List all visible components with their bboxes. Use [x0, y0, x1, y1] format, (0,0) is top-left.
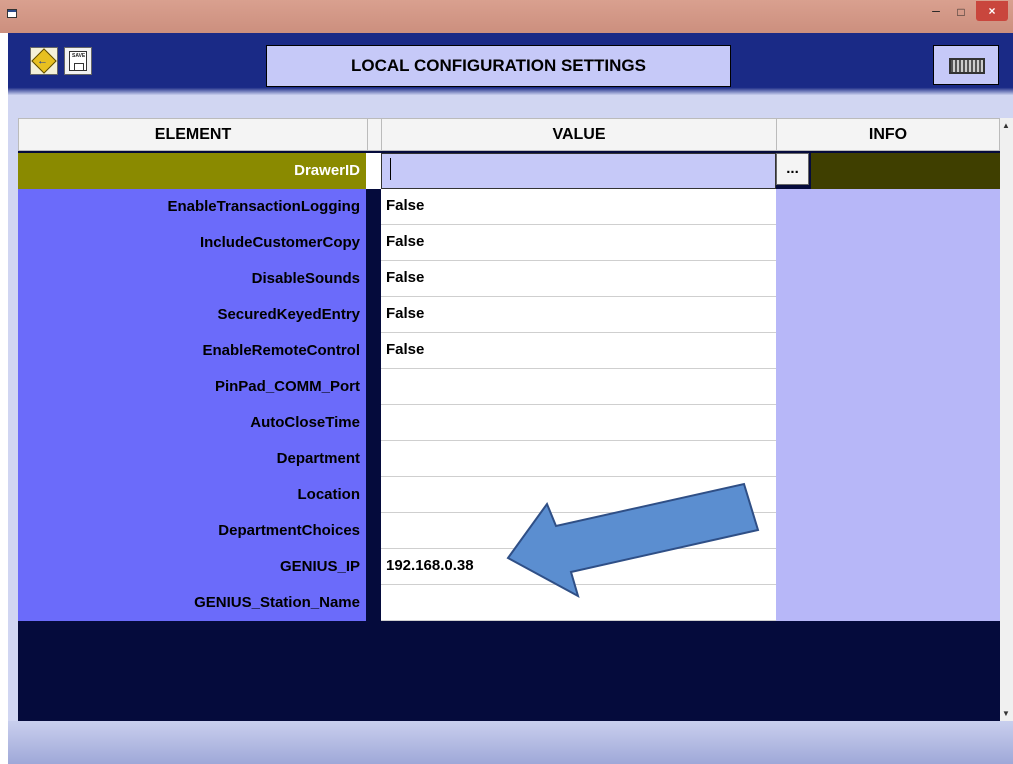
- value-cell[interactable]: [381, 405, 776, 441]
- element-cell[interactable]: GENIUS_IP: [18, 549, 366, 585]
- info-cell: [811, 153, 1000, 189]
- info-cell: [776, 189, 1000, 225]
- info-cell: [776, 297, 1000, 333]
- text-caret: [390, 158, 391, 180]
- row-divider: [366, 513, 381, 549]
- info-cell: [776, 477, 1000, 513]
- value-input[interactable]: [381, 153, 776, 189]
- info-cell: [776, 441, 1000, 477]
- row-divider: [366, 369, 381, 405]
- element-cell[interactable]: DepartmentChoices: [18, 513, 366, 549]
- row-divider: [366, 225, 381, 261]
- row-divider: [366, 549, 381, 585]
- table-row[interactable]: IncludeCustomerCopy False: [18, 225, 1000, 261]
- value-cell[interactable]: False: [381, 297, 776, 333]
- row-divider: [366, 261, 381, 297]
- element-cell[interactable]: DrawerID: [18, 153, 366, 189]
- maximize-button[interactable]: □: [950, 3, 972, 21]
- save-button[interactable]: SAVE: [64, 47, 92, 75]
- element-cell[interactable]: GENIUS_Station_Name: [18, 585, 366, 621]
- value-cell[interactable]: [381, 441, 776, 477]
- info-cell: [776, 333, 1000, 369]
- close-button[interactable]: ×: [976, 1, 1008, 21]
- row-divider: [366, 477, 381, 513]
- scroll-up-icon[interactable]: ▲: [1002, 121, 1010, 130]
- row-divider: [366, 153, 381, 189]
- column-header-element[interactable]: ELEMENT: [18, 118, 368, 151]
- row-divider: [366, 333, 381, 369]
- keyboard-icon: [949, 58, 985, 74]
- element-cell[interactable]: Location: [18, 477, 366, 513]
- value-cell[interactable]: [381, 369, 776, 405]
- info-cell: [776, 405, 1000, 441]
- element-cell[interactable]: Department: [18, 441, 366, 477]
- minimize-button[interactable]: –: [925, 3, 947, 21]
- value-cell[interactable]: 192.168.0.38: [381, 549, 776, 585]
- element-cell[interactable]: EnableTransactionLogging: [18, 189, 366, 225]
- window-titlebar: – □ ×: [0, 0, 1013, 33]
- value-cell[interactable]: False: [381, 261, 776, 297]
- column-header-info[interactable]: INFO: [776, 118, 1000, 151]
- table-row[interactable]: AutoCloseTime: [18, 405, 1000, 441]
- app-icon: [7, 9, 17, 18]
- value-cell[interactable]: False: [381, 333, 776, 369]
- value-cell[interactable]: False: [381, 225, 776, 261]
- table-row[interactable]: Location: [18, 477, 1000, 513]
- floppy-slot: [74, 63, 84, 71]
- vertical-scrollbar[interactable]: ▲ ▼: [1000, 118, 1013, 721]
- value-cell[interactable]: [381, 477, 776, 513]
- table-row[interactable]: DisableSounds False: [18, 261, 1000, 297]
- element-cell[interactable]: AutoCloseTime: [18, 405, 366, 441]
- table-row[interactable]: GENIUS_IP 192.168.0.38: [18, 549, 1000, 585]
- value-cell[interactable]: [381, 513, 776, 549]
- floppy-disk-icon: SAVE: [69, 51, 87, 71]
- status-bar: [8, 721, 1013, 764]
- table-row[interactable]: EnableTransactionLogging False: [18, 189, 1000, 225]
- keyboard-button[interactable]: [933, 45, 999, 85]
- value-cell[interactable]: False: [381, 189, 776, 225]
- info-cell: [776, 369, 1000, 405]
- exit-button[interactable]: ←: [30, 47, 58, 75]
- row-divider: [366, 585, 381, 621]
- page-title: LOCAL CONFIGURATION SETTINGS: [266, 45, 731, 87]
- row-divider: [366, 297, 381, 333]
- info-cell: [776, 513, 1000, 549]
- table-row[interactable]: EnableRemoteControl False: [18, 333, 1000, 369]
- value-browse-button[interactable]: ...: [776, 153, 809, 185]
- info-cell: [776, 585, 1000, 621]
- row-divider: [366, 441, 381, 477]
- table-row[interactable]: PinPad_COMM_Port: [18, 369, 1000, 405]
- info-cell: [776, 225, 1000, 261]
- table-row[interactable]: SecuredKeyedEntry False: [18, 297, 1000, 333]
- value-cell[interactable]: [381, 585, 776, 621]
- info-cell: [776, 549, 1000, 585]
- left-arrow-icon: ←: [37, 55, 48, 67]
- table-row[interactable]: DrawerID: [18, 153, 1000, 189]
- element-cell[interactable]: IncludeCustomerCopy: [18, 225, 366, 261]
- element-cell[interactable]: SecuredKeyedEntry: [18, 297, 366, 333]
- row-divider: [366, 405, 381, 441]
- scroll-down-icon[interactable]: ▼: [1002, 709, 1010, 718]
- save-icon-label: SAVE: [72, 53, 86, 59]
- element-cell[interactable]: PinPad_COMM_Port: [18, 369, 366, 405]
- table-row[interactable]: GENIUS_Station_Name: [18, 585, 1000, 621]
- column-header-spacer: [367, 118, 382, 151]
- element-cell[interactable]: DisableSounds: [18, 261, 366, 297]
- element-cell[interactable]: EnableRemoteControl: [18, 333, 366, 369]
- info-cell: [776, 261, 1000, 297]
- table-row[interactable]: DepartmentChoices: [18, 513, 1000, 549]
- column-header-value[interactable]: VALUE: [381, 118, 777, 151]
- row-divider: [366, 189, 381, 225]
- table-row[interactable]: Department: [18, 441, 1000, 477]
